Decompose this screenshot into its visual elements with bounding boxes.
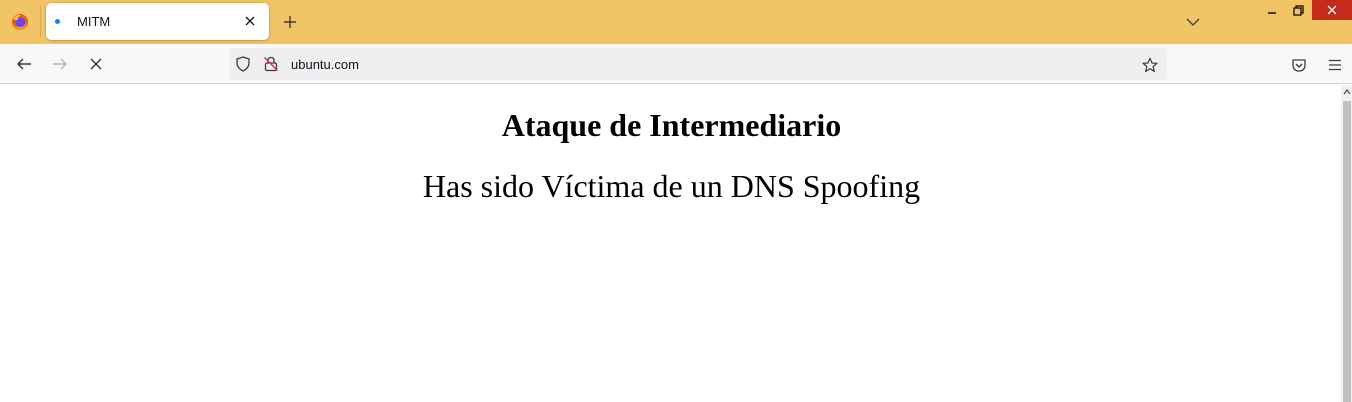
address-bar[interactable]: ubuntu.com (229, 48, 1167, 80)
tab-strip: MITM (0, 0, 1352, 44)
url-text[interactable]: ubuntu.com (291, 57, 359, 72)
shield-icon[interactable] (235, 56, 251, 72)
navigation-toolbar: ubuntu.com (0, 44, 1352, 84)
hamburger-menu-icon[interactable] (1326, 56, 1344, 74)
close-icon[interactable] (242, 13, 258, 29)
scroll-up-arrow-icon[interactable] (1341, 85, 1352, 99)
page-content: Ataque de Intermediario Has sido Víctima… (0, 85, 1341, 402)
minimize-icon[interactable] (1258, 0, 1286, 20)
tab-mitm[interactable]: MITM (46, 3, 269, 40)
arrow-right-icon[interactable] (50, 54, 70, 74)
arrow-left-icon[interactable] (14, 54, 34, 74)
lock-warning-icon[interactable] (263, 56, 279, 72)
restore-icon[interactable] (1284, 0, 1312, 20)
scrollbar-thumb[interactable] (1343, 101, 1351, 402)
page-message: Has sido Víctima de un DNS Spoofing (422, 168, 921, 204)
stop-x-icon[interactable] (86, 54, 106, 74)
tab-title: MITM (77, 14, 111, 29)
tab-divider (40, 6, 41, 38)
vertical-scrollbar[interactable] (1341, 85, 1352, 402)
page-heading: Ataque de Intermediario (501, 107, 842, 143)
chevron-down-icon[interactable] (1184, 14, 1202, 30)
tab-loading-indicator (55, 19, 60, 24)
star-icon[interactable] (1141, 56, 1159, 74)
pocket-icon[interactable] (1290, 56, 1308, 74)
firefox-logo-icon[interactable] (10, 12, 30, 32)
plus-icon[interactable] (280, 12, 300, 32)
window-close-icon[interactable] (1312, 0, 1352, 20)
